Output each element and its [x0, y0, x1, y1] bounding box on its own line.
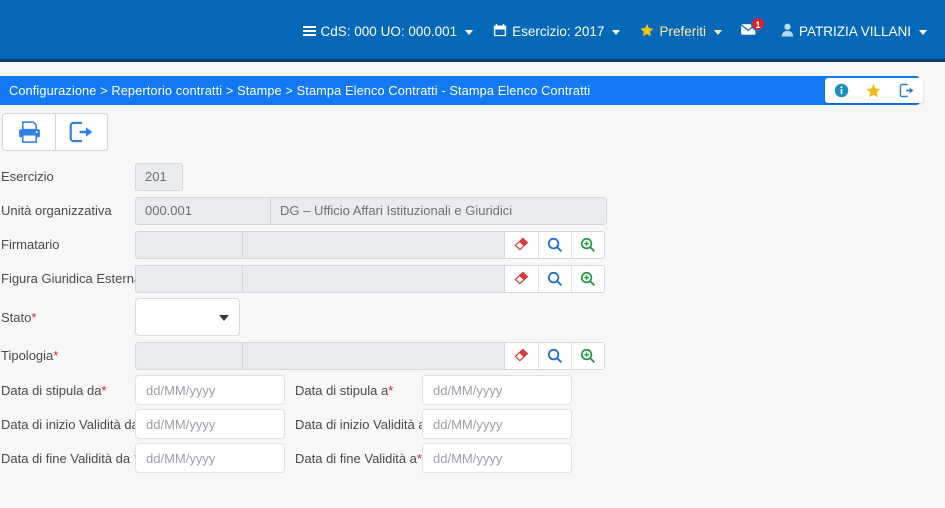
user-icon	[781, 23, 794, 40]
exit-icon[interactable]	[899, 83, 914, 98]
star-icon	[640, 23, 654, 40]
breadcrumb-actions	[825, 78, 923, 103]
label-stato: Stato*	[1, 309, 37, 325]
data-inizio-validita-a-input[interactable]	[422, 409, 572, 439]
label-esercizio: Esercizio	[1, 169, 54, 184]
toolbar	[2, 113, 108, 151]
firmatario-lookup-buttons	[504, 230, 605, 259]
chevron-down-icon	[465, 29, 474, 35]
chevron-down-icon	[919, 29, 927, 35]
data-fine-validita-a-input[interactable]	[422, 443, 572, 473]
header-item-cds-uo[interactable]: CdS: 000 UO: 000.001	[293, 18, 484, 44]
chevron-down-icon	[713, 29, 722, 35]
eraser-icon[interactable]	[505, 231, 538, 258]
figura-giuridica-esterna-code[interactable]	[135, 264, 242, 293]
chevron-down-icon	[219, 315, 229, 321]
tipologia-code[interactable]	[135, 341, 242, 370]
label-unita-organizzativa: Unità organizzativa	[1, 203, 112, 218]
eraser-icon[interactable]	[505, 265, 538, 292]
label-figura-giuridica-esterna: Figura Giuridica Esterna*	[1, 271, 135, 286]
field-row-tipologia: Tipologia*	[0, 339, 945, 372]
header-item-cds-uo-label: CdS: 000 UO: 000.001	[320, 23, 458, 39]
chevron-down-icon	[612, 29, 621, 35]
label-data-fine-validita-da: Data di fine Validità da *	[1, 450, 135, 466]
firmatario-lookup	[135, 230, 607, 259]
field-row-stato: Stato*	[0, 296, 945, 338]
data-inizio-validita-da-input[interactable]	[135, 409, 285, 439]
search-icon[interactable]	[538, 265, 571, 292]
field-row-firmatario: Firmatario	[0, 228, 945, 261]
data-stipula-da-input[interactable]	[135, 375, 285, 405]
header-nav: CdS: 000 UO: 000.001 Esercizio: 2017 Pre…	[293, 17, 937, 44]
figura-giuridica-esterna-lookup	[135, 264, 607, 293]
label-data-inizio-validita-da: Data di inizio Validità da*	[1, 416, 135, 432]
zoom-search-icon[interactable]	[571, 265, 604, 292]
message-count-badge: 1	[750, 17, 765, 31]
zoom-search-icon[interactable]	[571, 231, 604, 258]
hamburger-icon	[302, 26, 316, 36]
stato-select[interactable]	[135, 298, 240, 336]
breadcrumb-bar: Configurazione > Repertorio contratti > …	[0, 76, 920, 105]
zoom-search-icon[interactable]	[571, 342, 604, 369]
data-stipula-a-input[interactable]	[422, 375, 572, 405]
figura-giuridica-esterna-lookup-buttons	[504, 264, 605, 293]
search-icon[interactable]	[538, 342, 571, 369]
unita-organizzativa-code: 000.001	[135, 196, 270, 225]
search-icon[interactable]	[538, 231, 571, 258]
star-icon[interactable]	[866, 83, 881, 98]
print-button[interactable]	[3, 114, 55, 150]
field-row-data-fine-validita: Data di fine Validità da * Data di fine …	[0, 441, 945, 475]
firmatario-description[interactable]	[242, 230, 504, 259]
label-data-inizio-validita-a: Data di inizio Validità a*	[295, 416, 431, 432]
field-row-data-stipula: Data di stipula da* Data di stipula a*	[0, 373, 945, 407]
tipologia-lookup-buttons	[504, 341, 605, 370]
header-item-user[interactable]: PATRIZIA VILLANI	[771, 18, 937, 44]
app-header: CdS: 000 UO: 000.001 Esercizio: 2017 Pre…	[0, 0, 945, 62]
header-item-messages[interactable]: 1	[732, 17, 771, 40]
unita-organizzativa-description: DG – Ufficio Affari Istituzionali e Giur…	[270, 196, 607, 225]
label-data-stipula-a: Data di stipula a*	[295, 382, 394, 398]
header-item-esercizio-label: Esercizio: 2017	[512, 23, 605, 39]
header-item-preferiti-label: Preferiti	[659, 23, 706, 39]
label-data-fine-validita-a: Data di fine Validità a*	[295, 450, 422, 466]
field-row-data-inizio-validita: Data di inizio Validità da* Data di iniz…	[0, 407, 945, 441]
header-item-preferiti[interactable]: Preferiti	[630, 18, 732, 44]
label-tipologia: Tipologia*	[1, 348, 59, 363]
field-row-esercizio: Esercizio 201	[0, 160, 945, 193]
calendar-icon	[493, 23, 507, 40]
eraser-icon[interactable]	[505, 342, 538, 369]
header-item-user-label: PATRIZIA VILLANI	[798, 23, 911, 39]
figura-giuridica-esterna-description[interactable]	[242, 264, 504, 293]
search-form: Esercizio 201 Unità organizzativa 000.00…	[0, 160, 945, 475]
data-fine-validita-da-input[interactable]	[135, 443, 285, 473]
field-row-unita-organizzativa: Unità organizzativa 000.001 DG – Ufficio…	[0, 194, 945, 227]
label-firmatario: Firmatario	[1, 237, 60, 252]
export-button[interactable]	[55, 114, 107, 150]
firmatario-code[interactable]	[135, 230, 242, 259]
info-icon[interactable]	[834, 83, 849, 98]
header-item-esercizio[interactable]: Esercizio: 2017	[483, 18, 630, 44]
tipologia-description[interactable]	[242, 341, 504, 370]
esercizio-value: 201	[135, 162, 183, 191]
field-row-figura-giuridica-esterna: Figura Giuridica Esterna*	[0, 262, 945, 295]
breadcrumb[interactable]: Configurazione > Repertorio contratti > …	[0, 83, 590, 98]
label-data-stipula-da: Data di stipula da*	[1, 382, 107, 398]
tipologia-lookup	[135, 341, 607, 370]
